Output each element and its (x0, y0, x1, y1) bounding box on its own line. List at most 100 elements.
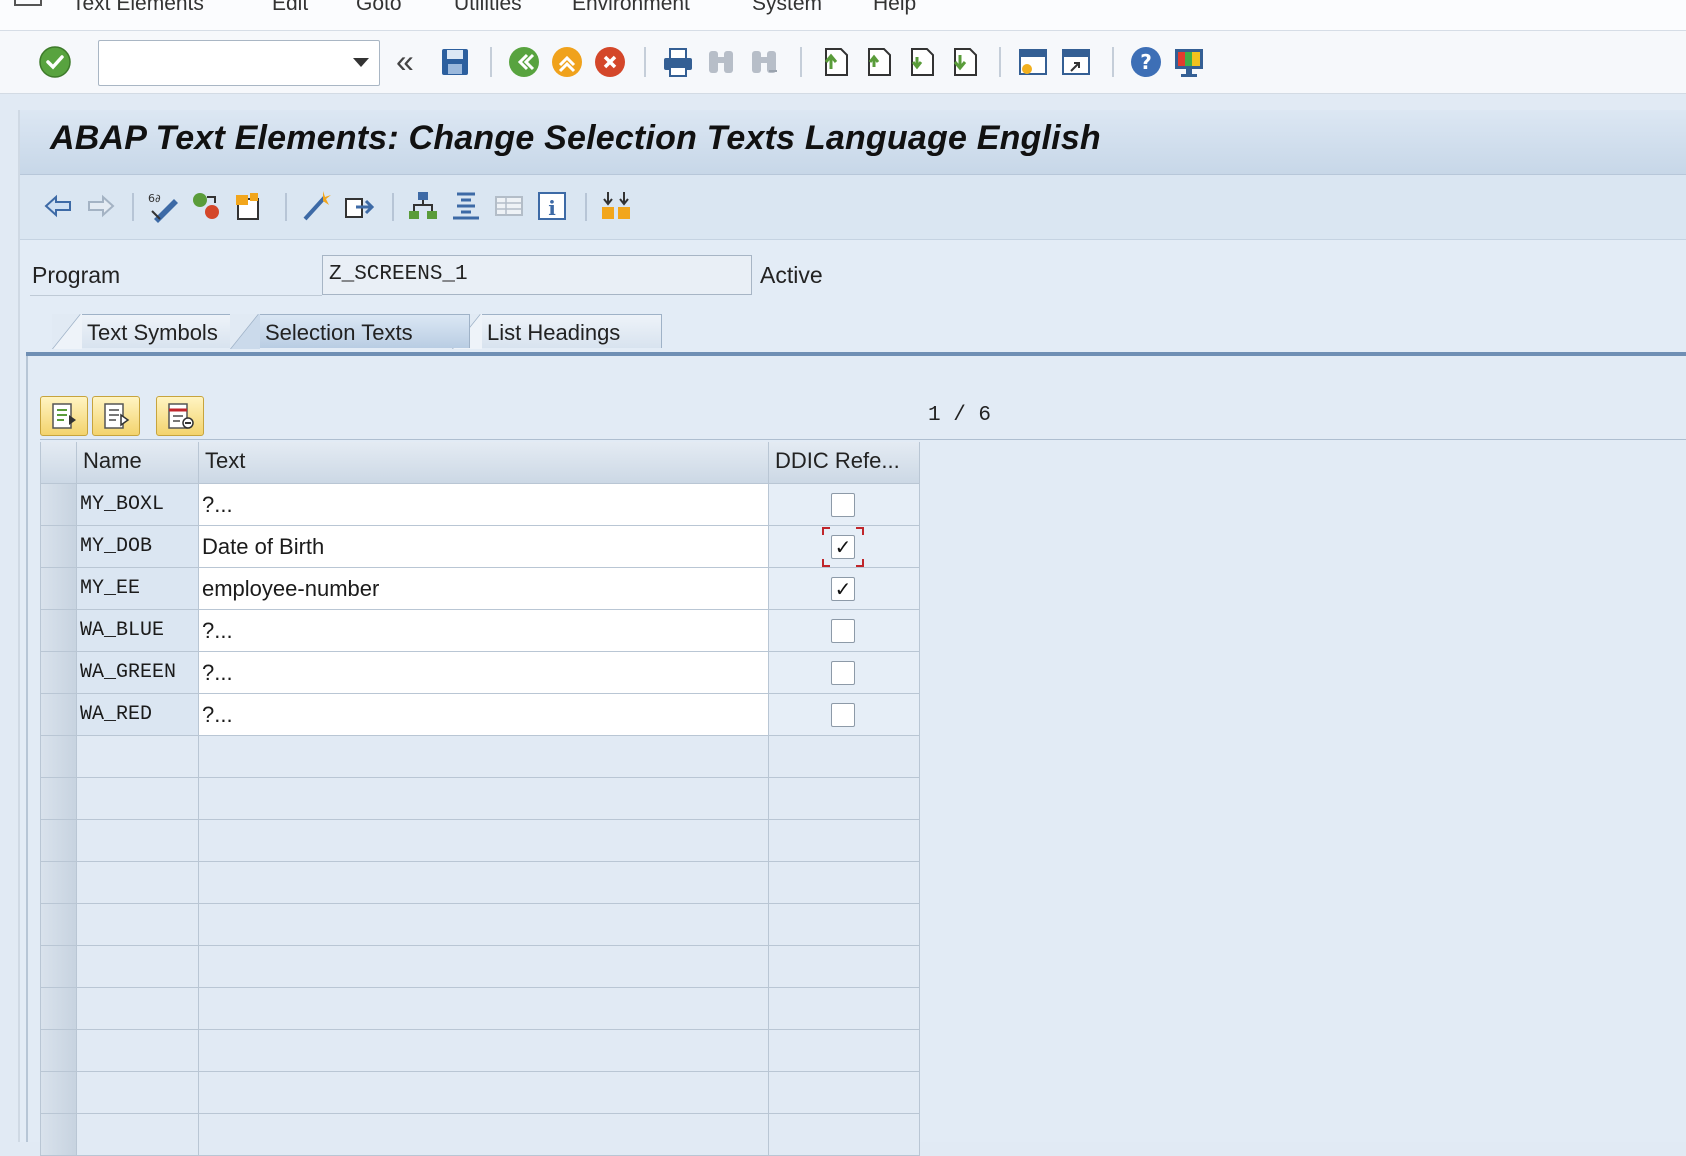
row-selector[interactable] (40, 1114, 77, 1156)
ddic-reference-checkbox[interactable] (831, 619, 855, 643)
text-cell[interactable] (199, 862, 769, 904)
help-icon[interactable]: ? (1127, 43, 1165, 81)
row-selector[interactable] (40, 778, 77, 820)
back-arrow-icon[interactable] (40, 188, 76, 224)
menu-goto[interactable]: Goto (356, 0, 402, 16)
ddic-reference-checkbox[interactable] (831, 493, 855, 517)
display-change-icon[interactable]: 6∂ (145, 188, 181, 224)
row-selector[interactable] (40, 946, 77, 988)
where-used-icon[interactable] (231, 188, 267, 224)
text-cell[interactable]: ?... (199, 694, 769, 736)
ddic-cell (769, 988, 920, 1030)
text-cell[interactable] (199, 778, 769, 820)
ddic-reference-checkbox[interactable]: ✓ (831, 535, 855, 559)
next-page-icon[interactable] (901, 43, 939, 81)
command-field[interactable] (98, 40, 380, 86)
print-icon[interactable] (659, 43, 697, 81)
back-icon[interactable] (505, 43, 543, 81)
row-selector[interactable] (40, 862, 77, 904)
hierarchy-icon[interactable] (405, 188, 441, 224)
column-header-name[interactable]: Name (77, 442, 199, 484)
text-cell[interactable]: ?... (199, 652, 769, 694)
row-selector[interactable] (40, 694, 77, 736)
first-page-icon[interactable] (815, 43, 853, 81)
row-selector[interactable] (40, 988, 77, 1030)
ddic-cell (769, 946, 920, 988)
column-header-text[interactable]: Text (199, 442, 769, 484)
transport-icon[interactable] (341, 188, 377, 224)
last-page-icon[interactable] (944, 43, 982, 81)
forward-arrow-icon[interactable] (83, 188, 119, 224)
new-session-icon[interactable] (1014, 43, 1052, 81)
exit-icon[interactable] (548, 43, 586, 81)
text-cell[interactable] (199, 904, 769, 946)
compare-icon[interactable] (598, 188, 634, 224)
pretty-print-icon[interactable] (448, 188, 484, 224)
row-selector[interactable] (40, 736, 77, 778)
text-cell[interactable] (199, 1072, 769, 1114)
row-selector[interactable] (40, 568, 77, 610)
menu-utilities[interactable]: Utilities (454, 0, 522, 16)
delete-row-button[interactable] (156, 396, 204, 436)
menu-system[interactable]: System (752, 0, 822, 16)
text-cell[interactable]: employee-number (199, 568, 769, 610)
row-selector[interactable] (40, 820, 77, 862)
row-selector[interactable] (40, 526, 77, 568)
row-selector[interactable] (40, 484, 77, 526)
other-object-icon[interactable] (188, 188, 224, 224)
table-row: MY_DOB Date of Birth ✓ (40, 526, 920, 568)
column-header-ddic[interactable]: DDIC Refe... (769, 442, 920, 484)
tab-selection-texts[interactable]: Selection Texts (230, 314, 470, 349)
cancel-icon[interactable] (591, 43, 629, 81)
row-selector[interactable] (40, 904, 77, 946)
copy-row-button[interactable] (92, 396, 140, 436)
ddic-reference-checkbox[interactable]: ✓ (831, 577, 855, 601)
text-cell[interactable]: ?... (199, 484, 769, 526)
menu-text-elements[interactable]: Text Elements (72, 0, 204, 16)
empty-table-row (40, 862, 920, 904)
text-cell[interactable] (199, 1114, 769, 1156)
screen-area: ABAP Text Elements: Change Selection Tex… (18, 110, 1686, 1156)
collapse-icon[interactable]: « (396, 41, 414, 81)
text-cell[interactable] (199, 736, 769, 778)
find-icon[interactable] (702, 43, 740, 81)
menu-icon[interactable] (14, 0, 42, 6)
ddic-reference-checkbox[interactable] (831, 661, 855, 685)
text-cell[interactable]: Date of Birth (199, 526, 769, 568)
info-icon[interactable]: i (534, 188, 570, 224)
ddic-cell (769, 1114, 920, 1156)
customize-layout-icon[interactable] (1170, 43, 1208, 81)
name-cell (77, 1030, 199, 1072)
find-next-icon[interactable] (745, 43, 783, 81)
tab-list-headings[interactable]: List Headings (452, 314, 662, 349)
ddic-reference-checkbox[interactable] (831, 703, 855, 727)
text-cell[interactable]: ?... (199, 610, 769, 652)
shortcut-icon[interactable] (1057, 43, 1095, 81)
dropdown-icon[interactable] (353, 58, 369, 67)
previous-page-icon[interactable] (858, 43, 896, 81)
row-selector[interactable] (40, 610, 77, 652)
row-selector[interactable] (40, 1030, 77, 1072)
enter-icon[interactable] (36, 43, 74, 81)
row-selector[interactable] (40, 652, 77, 694)
save-icon[interactable] (436, 43, 474, 81)
table-row: WA_RED ?... (40, 694, 920, 736)
program-field[interactable]: Z_SCREENS_1 (322, 255, 752, 295)
menu-environment[interactable]: Environment (572, 0, 690, 16)
select-all-cell[interactable] (40, 442, 77, 484)
menu-edit[interactable]: Edit (272, 0, 308, 16)
insert-row-button[interactable] (40, 396, 88, 436)
menu-help[interactable]: Help (873, 0, 916, 16)
copy-row-icon (104, 403, 130, 429)
text-cell[interactable] (199, 946, 769, 988)
row-selector[interactable] (40, 1072, 77, 1114)
ddic-cell (769, 694, 920, 736)
text-cell[interactable] (199, 1030, 769, 1072)
command-input[interactable] (107, 41, 341, 85)
layout-icon[interactable] (491, 188, 527, 224)
activate-icon[interactable] (298, 188, 334, 224)
text-cell[interactable] (199, 820, 769, 862)
table-row: MY_EE employee-number ✓ (40, 568, 920, 610)
text-cell[interactable] (199, 988, 769, 1030)
empty-table-row (40, 1114, 920, 1156)
